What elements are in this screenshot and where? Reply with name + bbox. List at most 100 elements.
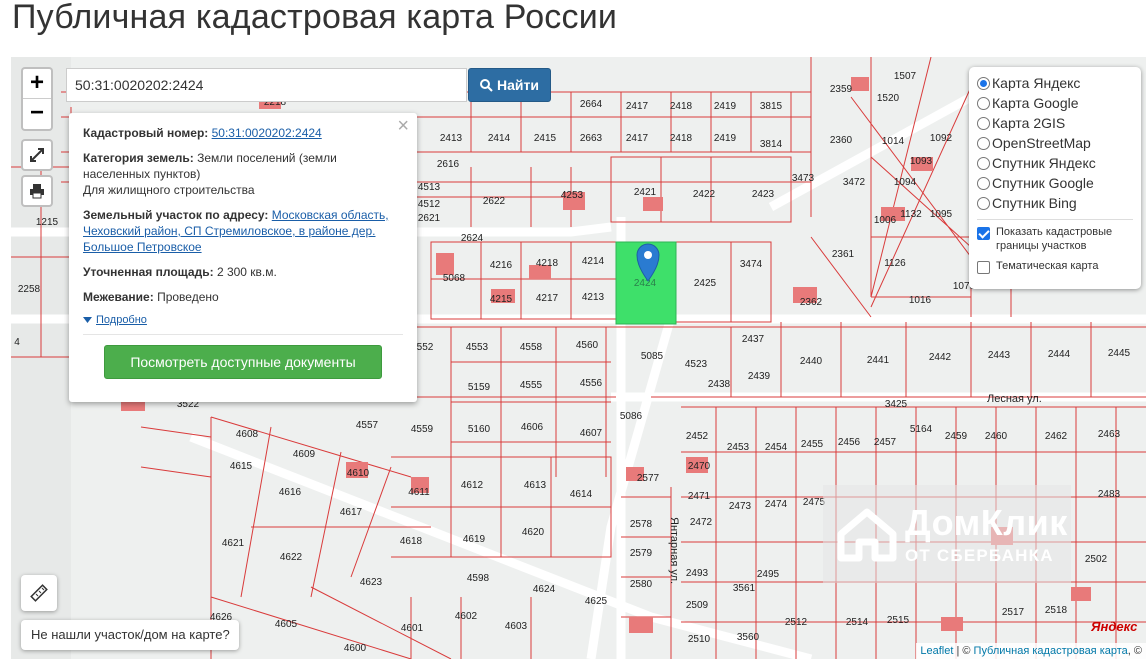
svg-text:2417: 2417 — [626, 101, 649, 112]
street-label-lesnaya: Лесная ул. — [987, 393, 1042, 405]
svg-text:2517: 2517 — [1002, 607, 1025, 618]
svg-text:5068: 5068 — [443, 273, 466, 284]
expand-icon — [30, 148, 44, 162]
details-toggle[interactable]: Подробно — [83, 314, 403, 326]
svg-text:2579: 2579 — [630, 548, 653, 559]
layer-switcher: Карта Яндекс Карта Google Карта 2GIS Ope… — [969, 67, 1141, 289]
svg-text:4623: 4623 — [360, 577, 383, 588]
svg-text:4602: 4602 — [455, 611, 478, 622]
svg-text:2514: 2514 — [846, 617, 869, 628]
svg-text:4620: 4620 — [522, 527, 545, 538]
svg-text:4: 4 — [14, 337, 20, 348]
layer-label: Спутник Google — [992, 175, 1094, 191]
svg-text:2453: 2453 — [727, 442, 750, 453]
svg-text:5164: 5164 — [910, 424, 933, 435]
attribution-suffix: , © — [1127, 645, 1142, 657]
svg-text:2418: 2418 — [670, 133, 693, 144]
layer-label: Карта Google — [992, 95, 1079, 111]
zoom-out-button[interactable]: − — [23, 99, 51, 129]
cadastral-number-link[interactable]: 50:31:0020202:2424 — [212, 126, 322, 140]
svg-text:4619: 4619 — [463, 534, 486, 545]
checkbox-label: Показать кадастровые границы участков — [996, 226, 1113, 252]
street-label-yantarnaya: Янтарная ул. — [668, 517, 680, 584]
cadastral-search-input[interactable]: 50:31:0020202:2424 — [66, 68, 467, 102]
svg-text:2463: 2463 — [1098, 429, 1121, 440]
show-boundaries-checkbox[interactable]: Показать кадастровые границы участков — [977, 225, 1133, 253]
layer-option-2gis-map[interactable]: Карта 2GIS — [977, 113, 1133, 133]
svg-text:2362: 2362 — [800, 297, 823, 308]
leaflet-link[interactable]: Leaflet — [920, 645, 953, 657]
fullscreen-button[interactable] — [21, 139, 53, 171]
svg-text:2414: 2414 — [488, 133, 511, 144]
layer-option-google-map[interactable]: Карта Google — [977, 93, 1133, 113]
svg-text:2455: 2455 — [801, 439, 824, 450]
svg-text:2438: 2438 — [708, 379, 731, 390]
print-button[interactable] — [21, 175, 53, 207]
svg-text:4512: 4512 — [418, 199, 441, 210]
svg-text:2258: 2258 — [18, 284, 41, 295]
svg-text:2359: 2359 — [830, 84, 853, 95]
svg-text:3561: 3561 — [733, 583, 756, 594]
svg-text:2418: 2418 — [670, 101, 693, 112]
radio-icon — [977, 196, 990, 210]
watermark-subtitle: ОТ СБЕРБАНКА — [905, 546, 1054, 565]
layer-option-bing-satellite[interactable]: Спутник Bing — [977, 193, 1133, 213]
svg-text:4621: 4621 — [222, 538, 245, 549]
caret-down-icon — [83, 317, 92, 323]
svg-text:2493: 2493 — [686, 568, 709, 579]
radio-icon — [977, 96, 990, 110]
svg-text:2515: 2515 — [887, 615, 910, 626]
category-label: Категория земель: — [83, 151, 194, 165]
survey-label: Межевание: — [83, 290, 154, 304]
view-documents-button[interactable]: Посмотреть доступные документы — [104, 345, 382, 379]
svg-text:2518: 2518 — [1045, 605, 1068, 616]
svg-text:4600: 4600 — [344, 643, 367, 654]
svg-text:2622: 2622 — [483, 196, 506, 207]
layer-option-osm[interactable]: OpenStreetMap — [977, 133, 1133, 153]
svg-text:2616: 2616 — [437, 159, 460, 170]
svg-text:1094: 1094 — [894, 177, 917, 188]
svg-text:2421: 2421 — [634, 187, 657, 198]
svg-text:4625: 4625 — [585, 596, 608, 607]
layer-option-yandex-map[interactable]: Карта Яндекс — [977, 73, 1133, 93]
svg-text:4218: 4218 — [536, 258, 559, 269]
svg-text:2437: 2437 — [742, 334, 765, 345]
svg-text:4213: 4213 — [582, 292, 605, 303]
svg-text:4556: 4556 — [580, 378, 603, 389]
svg-text:2442: 2442 — [929, 352, 952, 363]
measure-button[interactable] — [21, 575, 57, 611]
svg-text:2361: 2361 — [832, 249, 855, 260]
svg-text:1215: 1215 — [36, 217, 59, 228]
popup-divider — [83, 334, 403, 335]
not-found-button[interactable]: Не нашли участок/дом на карте? — [21, 620, 239, 650]
svg-text:3425: 3425 — [885, 399, 908, 410]
layer-option-yandex-satellite[interactable]: Спутник Яндекс — [977, 153, 1133, 173]
search-button-label: Найти — [497, 77, 539, 93]
attribution-separator: | © — [953, 645, 974, 657]
radio-icon — [977, 116, 990, 130]
svg-text:3473: 3473 — [792, 173, 815, 184]
zoom-in-button[interactable]: + — [23, 69, 51, 99]
details-label: Подробно — [96, 314, 147, 326]
cadastral-map[interactable]: 2218 2664 2417 2418 2419 3815 2413 2414 2415 26… — [11, 57, 1146, 659]
svg-text:2577: 2577 — [637, 473, 660, 484]
layer-divider — [977, 219, 1133, 220]
svg-text:4610: 4610 — [347, 468, 370, 479]
svg-text:4614: 4614 — [570, 489, 593, 500]
pkk-link[interactable]: Публичная кадастровая карта — [974, 645, 1128, 657]
area-value: 2 300 кв.м. — [216, 265, 277, 279]
address-label: Земельный участок по адресу: — [83, 208, 269, 222]
layer-option-google-satellite[interactable]: Спутник Google — [977, 173, 1133, 193]
svg-text:4557: 4557 — [356, 420, 379, 431]
thematic-map-checkbox[interactable]: Тематическая карта — [977, 259, 1133, 274]
search-button[interactable]: Найти — [468, 68, 551, 102]
svg-text:2413: 2413 — [440, 133, 463, 144]
svg-text:2454: 2454 — [765, 442, 788, 453]
svg-text:2440: 2440 — [800, 356, 823, 367]
svg-text:2443: 2443 — [988, 350, 1011, 361]
popup-close-icon[interactable]: × — [397, 115, 409, 138]
svg-text:2473: 2473 — [729, 501, 752, 512]
radio-icon — [977, 136, 990, 150]
svg-text:2422: 2422 — [693, 189, 716, 200]
svg-text:5085: 5085 — [641, 351, 664, 362]
